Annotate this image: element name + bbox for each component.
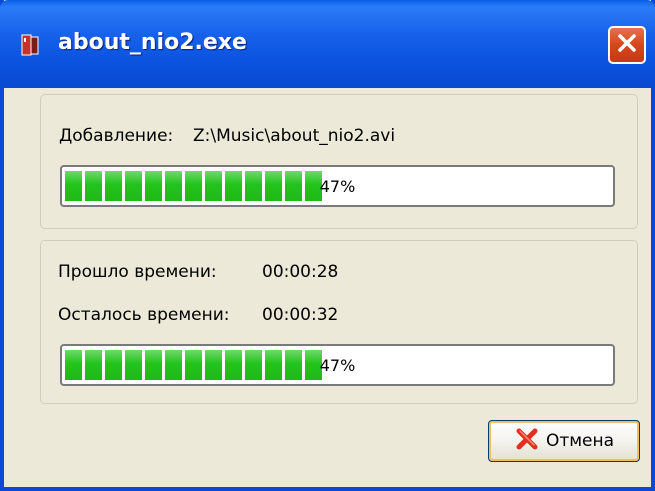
elapsed-time-label: Прошло времени:: [58, 262, 217, 282]
elapsed-time-value: 00:00:28: [262, 262, 339, 282]
cancel-button-label: Отмена: [545, 431, 615, 451]
title-bar[interactable]: about_nio2.exe: [0, 0, 655, 88]
file-progress-panel: [40, 94, 638, 229]
app-icon: [18, 32, 44, 58]
total-progress-bar: 47%: [60, 344, 615, 386]
total-progress-text: 47%: [319, 355, 356, 375]
file-progress-bar: 47%: [60, 165, 615, 207]
window-title: about_nio2.exe: [58, 30, 247, 55]
close-icon: [616, 32, 638, 58]
close-button[interactable]: [608, 26, 646, 64]
remaining-time-label: Осталось времени:: [58, 305, 230, 325]
cancel-button[interactable]: Отмена: [488, 420, 640, 462]
red-x-icon: [514, 426, 540, 456]
remaining-time-value: 00:00:32: [262, 305, 339, 325]
dialog-window: about_nio2.exe Добавление: Z:\Music\abou…: [0, 0, 655, 491]
file-progress-text: 47%: [319, 176, 356, 196]
adding-label: Добавление:: [59, 126, 174, 146]
adding-file-path: Z:\Music\about_nio2.avi: [193, 126, 396, 146]
